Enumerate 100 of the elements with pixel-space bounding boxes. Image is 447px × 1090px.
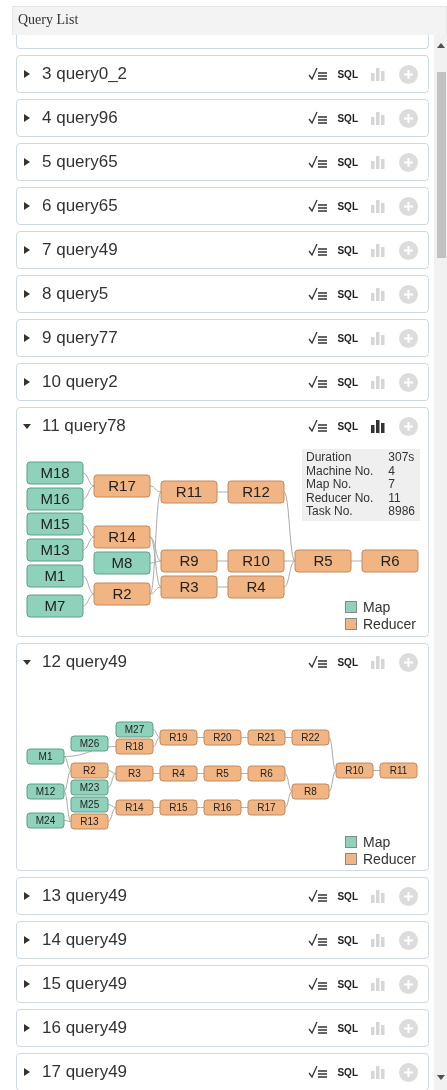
reducer-node[interactable]: R4 <box>227 575 285 599</box>
map-node[interactable]: M18 <box>26 461 84 485</box>
expand-icon[interactable] <box>23 114 31 122</box>
query-title[interactable]: 15 query49 <box>42 974 309 994</box>
query-title[interactable]: 4 query96 <box>42 108 309 128</box>
checklist-icon[interactable] <box>308 199 329 213</box>
checklist-icon[interactable] <box>308 1065 329 1079</box>
sql-link[interactable]: SQL <box>337 934 358 946</box>
sql-link[interactable]: SQL <box>337 244 358 256</box>
reducer-node[interactable]: R21 <box>247 729 286 746</box>
reducer-node[interactable]: R8 <box>291 783 330 800</box>
query-title[interactable]: 6 query65 <box>42 196 309 216</box>
reducer-node[interactable]: R5 <box>294 549 352 573</box>
query-title[interactable]: 8 query5 <box>42 284 309 304</box>
map-node[interactable]: M27 <box>115 721 154 738</box>
sql-link[interactable]: SQL <box>337 68 358 80</box>
reducer-node[interactable]: R16 <box>203 799 242 816</box>
reducer-node[interactable]: R12 <box>227 480 285 504</box>
query-title[interactable]: 13 query49 <box>42 886 309 906</box>
reducer-node[interactable]: R18 <box>115 738 154 755</box>
scroll-up-icon[interactable] <box>437 43 445 48</box>
reducer-node[interactable]: R20 <box>203 729 242 746</box>
sql-link[interactable]: SQL <box>337 200 358 212</box>
reducer-node[interactable]: R3 <box>160 575 218 599</box>
scroll-down-icon[interactable] <box>437 1075 445 1080</box>
expand-icon[interactable] <box>23 1024 31 1032</box>
expand-icon[interactable] <box>23 980 31 988</box>
reducer-node[interactable]: R3 <box>115 765 154 782</box>
reducer-node[interactable]: R14 <box>93 525 151 549</box>
checklist-icon[interactable] <box>308 111 329 125</box>
collapse-icon[interactable] <box>23 422 31 430</box>
expand-icon[interactable] <box>23 202 31 210</box>
expand-icon[interactable] <box>23 158 31 166</box>
scrollbar[interactable] <box>434 35 447 1090</box>
sql-link[interactable]: SQL <box>337 656 358 668</box>
sql-link[interactable]: SQL <box>337 1066 358 1078</box>
checklist-icon[interactable] <box>308 419 329 433</box>
reducer-node[interactable]: R2 <box>93 582 151 606</box>
map-node[interactable]: M24 <box>26 812 65 829</box>
map-node[interactable]: M12 <box>26 783 65 800</box>
map-node[interactable]: M26 <box>70 735 109 752</box>
map-node[interactable]: M1 <box>26 564 84 588</box>
scrollbar-thumb[interactable] <box>437 72 446 258</box>
checklist-icon[interactable] <box>308 331 329 345</box>
reducer-node[interactable]: R6 <box>361 549 419 573</box>
reducer-node[interactable]: R9 <box>160 549 218 573</box>
reducer-node[interactable]: R11 <box>160 480 218 504</box>
query-title[interactable]: 17 query49 <box>42 1062 309 1082</box>
reducer-node[interactable]: R6 <box>247 765 286 782</box>
checklist-icon[interactable] <box>308 287 329 301</box>
expand-icon[interactable] <box>23 936 31 944</box>
reducer-node[interactable]: R13 <box>70 813 109 830</box>
checklist-icon[interactable] <box>308 67 329 81</box>
reducer-node[interactable]: R2 <box>70 762 109 779</box>
collapse-icon[interactable] <box>23 658 31 666</box>
sql-link[interactable]: SQL <box>337 156 358 168</box>
bar-chart-icon[interactable] <box>370 419 386 433</box>
reducer-node[interactable]: R15 <box>159 799 198 816</box>
sql-link[interactable]: SQL <box>337 1022 358 1034</box>
sql-link[interactable]: SQL <box>337 288 358 300</box>
map-node[interactable]: M15 <box>26 512 84 536</box>
checklist-icon[interactable] <box>308 243 329 257</box>
map-node[interactable]: M1 <box>26 748 65 765</box>
checklist-icon[interactable] <box>308 1021 329 1035</box>
query-title[interactable]: 3 query0_2 <box>42 64 309 84</box>
map-node[interactable]: M16 <box>26 487 84 511</box>
checklist-icon[interactable] <box>308 889 329 903</box>
expand-icon[interactable] <box>23 334 31 342</box>
checklist-icon[interactable] <box>308 977 329 991</box>
sql-link[interactable]: SQL <box>337 978 358 990</box>
expand-icon[interactable] <box>23 378 31 386</box>
map-node[interactable]: M13 <box>26 538 84 562</box>
query-title[interactable]: 10 query2 <box>42 372 309 392</box>
sql-link[interactable]: SQL <box>337 332 358 344</box>
query-title[interactable]: 16 query49 <box>42 1018 309 1038</box>
reducer-node[interactable]: R11 <box>379 762 418 779</box>
expand-icon[interactable] <box>23 290 31 298</box>
sql-link[interactable]: SQL <box>337 420 358 432</box>
map-node[interactable]: M25 <box>70 796 109 813</box>
query-title[interactable]: 7 query49 <box>42 240 309 260</box>
expand-icon[interactable] <box>23 70 31 78</box>
reducer-node[interactable]: R22 <box>291 729 330 746</box>
checklist-icon[interactable] <box>308 375 329 389</box>
sql-link[interactable]: SQL <box>337 112 358 124</box>
map-node[interactable]: M23 <box>70 779 109 796</box>
reducer-node[interactable]: R10 <box>227 549 285 573</box>
reducer-node[interactable]: R19 <box>159 729 198 746</box>
expand-icon[interactable] <box>23 1068 31 1076</box>
reducer-node[interactable]: R5 <box>203 765 242 782</box>
reducer-node[interactable]: R17 <box>247 799 286 816</box>
query-title[interactable]: 9 query77 <box>42 328 309 348</box>
reducer-node[interactable]: R4 <box>159 765 198 782</box>
expand-icon[interactable] <box>23 246 31 254</box>
query-title[interactable]: 11 query78 <box>42 416 309 436</box>
reducer-node[interactable]: R10 <box>335 762 374 779</box>
sql-link[interactable]: SQL <box>337 890 358 902</box>
query-title[interactable]: 5 query65 <box>42 152 309 172</box>
checklist-icon[interactable] <box>308 655 329 669</box>
reducer-node[interactable]: R14 <box>115 799 154 816</box>
map-node[interactable]: M7 <box>26 594 84 618</box>
